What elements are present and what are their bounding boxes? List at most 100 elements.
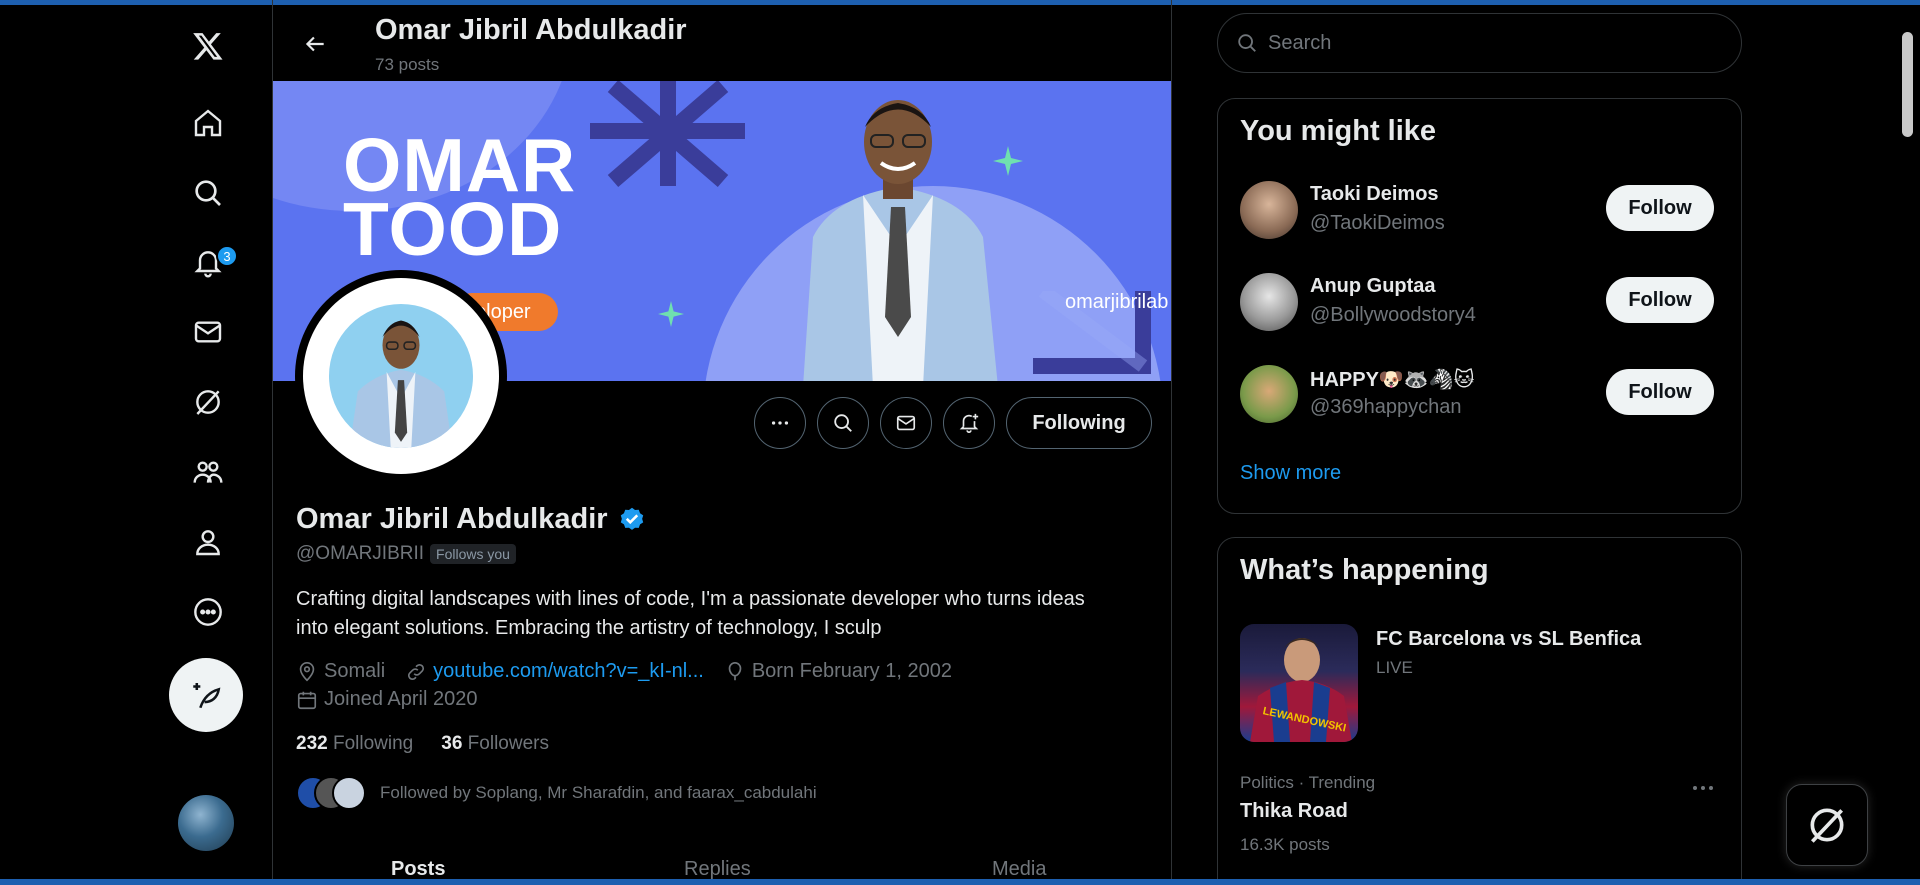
profile-handle: @OMARJIBRII [296, 543, 425, 564]
arrow-left-icon [305, 36, 324, 52]
more-circle-icon[interactable] [184, 588, 232, 636]
scrollbar-thumb[interactable] [1902, 32, 1913, 137]
suggestion-avatar[interactable] [1240, 365, 1298, 423]
bell-plus-icon [959, 413, 979, 433]
account-avatar[interactable] [178, 795, 234, 851]
you-might-like-panel: You might like Taoki Deimos @TaokiDeimos… [1217, 98, 1742, 514]
followers-stat[interactable]: 36 Followers [441, 733, 549, 755]
follows-you-badge: Follows you [430, 544, 516, 564]
browser-bottom-bar [0, 879, 1920, 885]
mutual-avatars [296, 776, 366, 810]
profile-name-row: Omar Jibril Abdulkadir [296, 503, 646, 536]
follow-button[interactable]: Follow [1606, 185, 1714, 231]
whats-happening-panel: What’s happening LEWANDOWSKI FC Barcelon… [1217, 537, 1742, 885]
show-more-link[interactable]: Show more [1240, 462, 1341, 485]
home-icon[interactable] [184, 99, 232, 147]
grok-icon[interactable] [184, 378, 232, 426]
header-post-count: 73 posts [375, 55, 440, 74]
banner-line-2: TOOD [343, 187, 563, 271]
mutual-avatar [332, 776, 366, 810]
follow-button[interactable]: Follow [1606, 369, 1714, 415]
suggestion-name[interactable]: HAPPY🐶🦝🦓🐱 [1310, 367, 1474, 392]
avatar-ring [303, 278, 499, 474]
notifications-bell-icon[interactable]: 3 [184, 239, 238, 287]
link-icon [408, 663, 425, 680]
follow-button[interactable]: Follow [1606, 277, 1714, 323]
explore-search-icon[interactable] [184, 169, 232, 217]
tab-media[interactable]: Media [992, 858, 1046, 881]
messages-envelope-icon[interactable] [184, 308, 232, 356]
following-stat[interactable]: 232 Following [296, 733, 413, 755]
profile-bio: Crafting digital landscapes with lines o… [296, 588, 1085, 639]
follow-stats: 232 Following 36 Followers [296, 733, 549, 755]
header-profile-name: Omar Jibril Abdulkadir [375, 14, 687, 46]
suggestion-handle: @369happychan [1310, 396, 1462, 418]
feather-plus-icon [193, 682, 221, 709]
profile-column: Omar Jibril Abdulkadir 73 posts OMAR TOO… [272, 0, 1172, 885]
suggestion-handle: @TaokiDeimos [1310, 212, 1445, 234]
profile-birthdate: Born February 1, 2002 [751, 660, 952, 682]
tab-posts[interactable]: Posts [391, 858, 445, 881]
avatar-photo [329, 304, 473, 448]
followers-label: Followers [467, 733, 549, 754]
balloon-icon [728, 661, 742, 680]
search-icon [1238, 34, 1256, 52]
profile-person-icon[interactable] [184, 518, 232, 566]
trend-post-count: 16.3K posts [1240, 835, 1330, 854]
profile-handle-row: @OMARJIBRII Follows you [296, 543, 516, 565]
trend-context: Politics · Trending [1240, 773, 1376, 792]
location-pin-icon [299, 661, 315, 681]
banner-asterisk-icon [590, 81, 745, 188]
grok-floating-button[interactable] [1786, 784, 1868, 866]
you-might-like-title: You might like [1240, 115, 1437, 147]
envelope-icon [896, 415, 916, 431]
profile-website-link[interactable]: youtube.com/watch?v=_kI-nl... [433, 660, 704, 683]
suggestion-handle: @Bollywoodstory4 [1310, 304, 1476, 326]
profile-name: Omar Jibril Abdulkadir [296, 503, 608, 535]
scrollbar-track[interactable] [1898, 20, 1918, 879]
x-logo-icon[interactable] [184, 22, 232, 70]
sparkle-icon [658, 301, 684, 327]
suggestion-avatar[interactable] [1240, 181, 1298, 239]
suggestion-name[interactable]: Anup Guptaa [1310, 275, 1436, 298]
trend-more-icon[interactable] [1688, 778, 1718, 798]
search-input[interactable] [1268, 31, 1708, 55]
whats-happening-title: What’s happening [1240, 554, 1489, 586]
verified-badge-icon[interactable] [618, 506, 646, 534]
following-label: Following [332, 733, 414, 754]
more-options-button[interactable] [754, 397, 806, 449]
message-button[interactable] [880, 397, 932, 449]
communities-icon[interactable] [184, 448, 232, 496]
following-count: 232 [296, 733, 328, 754]
notify-button[interactable] [943, 397, 995, 449]
notifications-badge: 3 [216, 245, 238, 267]
followed-by-row[interactable]: Followed by Soplang, Mr Sharafdin, and f… [296, 776, 817, 810]
calendar-icon [297, 691, 317, 709]
banner-text: OMAR TOOD [343, 128, 576, 271]
event-status: LIVE [1376, 658, 1413, 677]
suggestion-item[interactable]: Anup Guptaa @Bollywoodstory4 Follow [1240, 267, 1720, 337]
grok-icon [1810, 808, 1844, 843]
profile-location: Somali [324, 660, 386, 682]
profile-meta-row: Somali youtube.com/watch?v=_kI-nl... Bor… [296, 660, 952, 683]
suggestion-item[interactable]: HAPPY🐶🦝🦓🐱 @369happychan Follow [1240, 359, 1720, 429]
player-image: LEWANDOWSKI [1250, 638, 1352, 742]
suggestion-name[interactable]: Taoki Deimos [1310, 183, 1439, 206]
banner-person-photo [803, 100, 998, 381]
search-profile-button[interactable] [817, 397, 869, 449]
followers-count: 36 [441, 733, 463, 754]
trend-name[interactable]: Thika Road [1240, 800, 1348, 823]
profile-joined-row: Joined April 2020 [296, 688, 477, 711]
profile-avatar[interactable] [295, 270, 507, 482]
suggestion-item[interactable]: Taoki Deimos @TaokiDeimos Follow [1240, 175, 1720, 245]
search-box[interactable] [1217, 13, 1742, 73]
event-thumbnail[interactable]: LEWANDOWSKI [1240, 624, 1358, 742]
tab-replies[interactable]: Replies [684, 858, 751, 881]
compose-post-button[interactable] [169, 658, 243, 732]
suggestion-avatar[interactable] [1240, 273, 1298, 331]
event-title[interactable]: FC Barcelona vs SL Benfica [1376, 628, 1641, 651]
ellipsis-icon [771, 421, 789, 425]
banner-handle: omarjibrilab [1065, 291, 1169, 313]
back-button[interactable] [295, 24, 335, 64]
following-button[interactable]: Following [1006, 397, 1152, 449]
